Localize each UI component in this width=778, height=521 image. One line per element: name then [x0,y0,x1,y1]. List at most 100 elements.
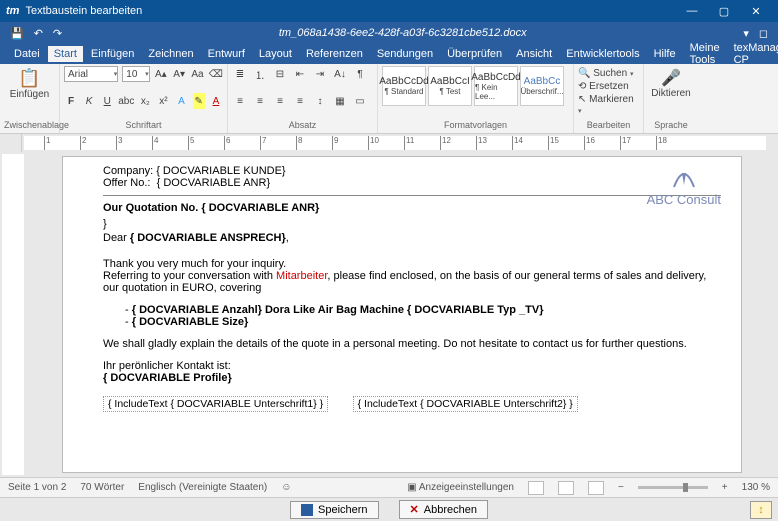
offer-label: Offer No.: [103,177,150,189]
dear-field: { DOCVARIABLE ANSPRECH} [130,232,286,244]
status-page[interactable]: Seite 1 von 2 [8,482,66,493]
tab-datei[interactable]: Datei [8,46,46,62]
shading-icon[interactable]: ▦ [332,93,348,109]
clipboard-icon: 📋 [18,68,40,89]
save-disk-icon [301,504,313,516]
save-button[interactable]: Speichern [290,501,379,519]
cancel-button[interactable]: ✕Abbrechen [399,500,488,519]
company-logo: ABC Consult [647,159,721,207]
tab-sendungen[interactable]: Sendungen [371,46,439,62]
align-left-icon[interactable]: ≡ [232,93,248,109]
text-effects-icon[interactable]: A [174,93,188,109]
redo-icon[interactable]: ↷ [53,27,62,40]
cursor-icon: ↖ [578,94,586,105]
dictate-button[interactable]: 🎤 Diktieren [648,66,694,101]
zoom-out-icon[interactable]: − [618,482,624,493]
font-size-select[interactable]: 10▾ [122,66,149,82]
align-right-icon[interactable]: ≡ [272,93,288,109]
view-print-icon[interactable] [558,481,574,495]
ribbon-options-icon[interactable]: ▾ [743,27,749,40]
tab-referenzen[interactable]: Referenzen [300,46,369,62]
maximize-button[interactable]: ▢ [708,0,740,22]
tab-hilfe[interactable]: Hilfe [648,46,682,62]
bold-icon[interactable]: F [64,93,78,109]
ribbon: 📋 Einfügen Zwischenablage Arial▾ 10▾ A▴ … [0,64,778,134]
style-no-space[interactable]: AaBbCcDd¶ Kein Lee... [474,66,518,106]
quotation-label: Our Quotation No. [103,202,198,214]
display-settings[interactable]: ▣ Anzeigeeinstellungen [407,482,514,493]
zoom-slider[interactable] [638,486,708,489]
status-accessibility-icon[interactable]: ☺ [281,482,291,493]
status-language[interactable]: Englisch (Vereinigte Staaten) [138,482,267,493]
document-scroll[interactable]: ABC Consult Company: { DOCVARIABLE KUNDE… [26,152,778,477]
font-name-select[interactable]: Arial▾ [64,66,118,82]
tab-start[interactable]: Start [48,46,83,62]
ruler-horizontal[interactable]: 123456789101112131415161718 [24,136,766,150]
view-read-icon[interactable] [528,481,544,495]
undo-icon[interactable]: ↶ [34,27,43,40]
multilevel-icon[interactable]: ⊟ [272,66,288,82]
tab-entwurf[interactable]: Entwurf [202,46,251,62]
indent-icon[interactable]: ⇥ [312,66,328,82]
cancel-x-icon: ✕ [410,503,419,516]
dear-label: Dear [103,232,127,244]
replace-button[interactable]: ⟲ Ersetzen [578,81,639,92]
style-heading[interactable]: AaBbCcÜberschrif... [520,66,564,106]
strike-icon[interactable]: abc [118,93,134,109]
list-item: { DOCVARIABLE Size} [125,316,721,328]
underline-icon[interactable]: U [100,93,114,109]
ruler-vertical[interactable] [2,154,24,475]
style-standard[interactable]: AaBbCcDd¶ Standard [382,66,426,106]
justify-icon[interactable]: ≡ [292,93,308,109]
tab-ueberpruefen[interactable]: Überprüfen [441,46,508,62]
grow-font-icon[interactable]: A▴ [154,66,168,82]
group-voice-label: Sprache [648,120,694,131]
microphone-icon: 🎤 [661,68,681,88]
status-words[interactable]: 70 Wörter [80,482,124,493]
tab-entwicklertools[interactable]: Entwicklertools [560,46,645,62]
shrink-font-icon[interactable]: A▾ [172,66,186,82]
dictate-label: Diktieren [651,88,690,99]
change-case-icon[interactable]: Aa [190,66,204,82]
sort-icon[interactable]: A↓ [332,66,348,82]
numbering-icon[interactable]: ⒈ [252,66,268,82]
superscript-icon[interactable]: x² [156,93,170,109]
tab-zeichnen[interactable]: Zeichnen [142,46,199,62]
select-button[interactable]: ↖ Markieren ▾ [578,94,639,116]
tab-ansicht[interactable]: Ansicht [510,46,558,62]
outdent-icon[interactable]: ⇤ [292,66,308,82]
style-test[interactable]: AaBbCcI¶ Test [428,66,472,106]
status-bar: Seite 1 von 2 70 Wörter Englisch (Verein… [0,477,778,497]
highlight-icon[interactable]: ✎ [193,93,205,109]
app-title: Textbaustein bearbeiten [25,5,142,17]
tab-layout[interactable]: Layout [253,46,298,62]
window-options-icon[interactable]: ◻ [759,27,768,40]
align-center-icon[interactable]: ≡ [252,93,268,109]
bullets-icon[interactable]: ≣ [232,66,248,82]
tab-einfuegen[interactable]: Einfügen [85,46,140,62]
signature-1: { IncludeText { DOCVARIABLE Unterschrift… [103,396,328,412]
paste-button[interactable]: 📋 Einfügen [4,66,55,102]
minimize-button[interactable]: — [676,0,708,22]
document-title: tm_068a1438-6ee2-428f-a03f-6c3281cbe512.… [72,27,733,39]
view-web-icon[interactable] [588,481,604,495]
borders-icon[interactable]: ▭ [352,93,368,109]
italic-icon[interactable]: K [82,93,96,109]
zoom-in-icon[interactable]: + [722,482,728,493]
close-button[interactable]: ✕ [740,0,772,22]
find-button[interactable]: 🔍 Suchen ▾ [578,68,639,79]
show-marks-icon[interactable]: ¶ [352,66,368,82]
font-color-icon[interactable]: A [209,93,223,109]
p2: Referring to your conversation with Mita… [103,270,721,294]
subscript-icon[interactable]: x₂ [138,93,152,109]
clear-format-icon[interactable]: ⌫ [209,66,223,82]
tab-texmanager[interactable]: texManager CP [728,40,778,68]
save-icon[interactable]: 💾 [10,27,24,40]
line-spacing-icon[interactable]: ↕ [312,93,328,109]
signature-2: { IncludeText { DOCVARIABLE Unterschrift… [353,396,578,412]
offer-field: { DOCVARIABLE ANR} [157,177,271,189]
document-page[interactable]: ABC Consult Company: { DOCVARIABLE KUNDE… [62,156,742,473]
zoom-level[interactable]: 130 % [742,482,770,493]
resize-handle-icon[interactable]: ↕ [750,501,772,519]
company-field: { DOCVARIABLE KUNDE} [156,165,285,177]
